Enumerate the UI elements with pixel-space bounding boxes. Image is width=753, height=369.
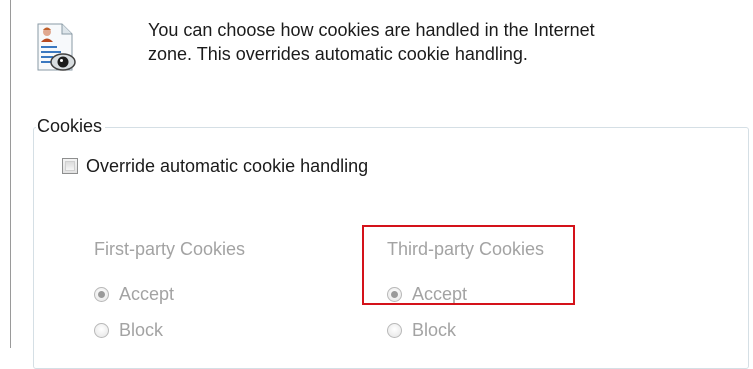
third-party-block-option[interactable]: Block <box>387 319 456 341</box>
intro-line-1: You can choose how cookies are handled i… <box>148 20 595 40</box>
override-checkbox-label[interactable]: Override automatic cookie handling <box>86 155 368 177</box>
override-cookie-handling-checkbox-row[interactable]: Override automatic cookie handling <box>62 154 368 178</box>
first-party-accept-radio[interactable] <box>94 286 109 302</box>
intro-text: You can choose how cookies are handled i… <box>148 18 728 66</box>
first-party-accept-option[interactable]: Accept <box>94 283 174 305</box>
first-party-heading: First-party Cookies <box>94 239 246 259</box>
cookies-group-legend: Cookies <box>36 115 106 137</box>
override-checkbox[interactable] <box>62 158 78 174</box>
third-party-block-label[interactable]: Block <box>412 319 456 341</box>
third-party-highlight-annotation <box>362 225 575 305</box>
document-privacy-eye-icon <box>36 22 76 74</box>
first-party-accept-label[interactable]: Accept <box>119 283 174 305</box>
first-party-block-option[interactable]: Block <box>94 319 163 341</box>
intro-line-2: zone. This overrides automatic cookie ha… <box>148 44 528 64</box>
first-party-block-radio[interactable] <box>94 322 109 338</box>
third-party-block-radio[interactable] <box>387 322 402 338</box>
first-party-block-label[interactable]: Block <box>119 319 163 341</box>
window-left-edge <box>10 0 11 348</box>
cookie-settings-dialog: You can choose how cookies are handled i… <box>0 0 753 369</box>
